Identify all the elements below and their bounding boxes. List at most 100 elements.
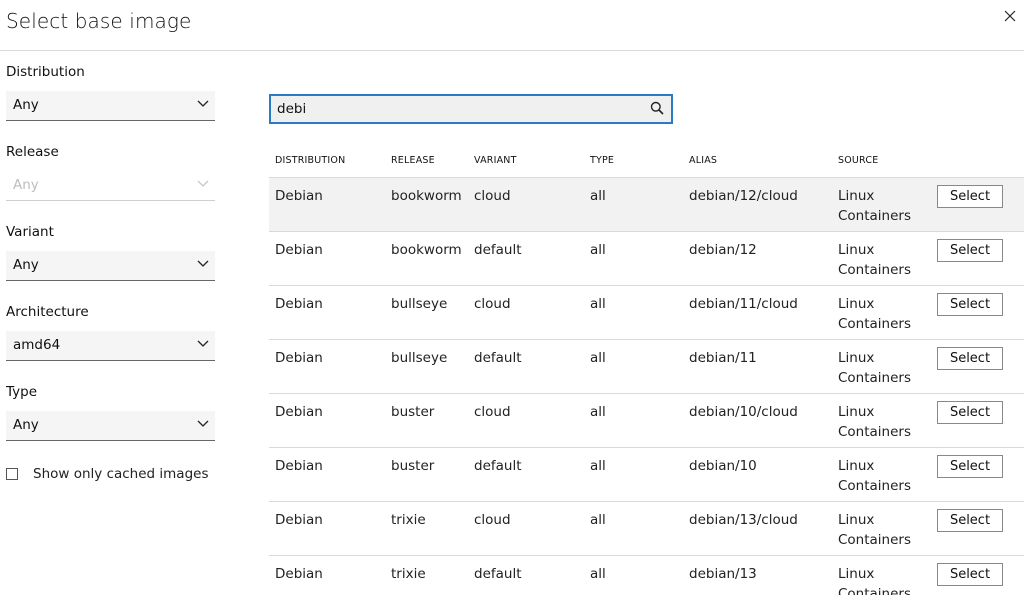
cell-variant: default bbox=[474, 242, 522, 258]
table-header: DISTRIBUTION RELEASE VARIANT TYPE ALIAS … bbox=[269, 150, 1024, 178]
chevron-down-icon bbox=[197, 260, 209, 270]
chevron-down-icon bbox=[197, 420, 209, 430]
distribution-label: Distribution bbox=[6, 64, 85, 80]
variant-label: Variant bbox=[6, 224, 54, 240]
table-row: Debian buster default all debian/10 Linux Con… bbox=[269, 448, 1024, 502]
cell-type: all bbox=[590, 350, 606, 366]
table-row: Debian trixie cloud all debian/13/cloud Linux… bbox=[269, 502, 1024, 556]
header-release[interactable]: RELEASE bbox=[391, 155, 435, 166]
release-label: Release bbox=[6, 144, 59, 160]
cached-images-label[interactable]: Show only cached images bbox=[33, 466, 209, 482]
cell-distribution: Debian bbox=[275, 242, 323, 258]
table-body: Debian bookworm cloud all debian/12/cloud Lin… bbox=[269, 178, 1024, 595]
select-button[interactable]: Select bbox=[937, 347, 1003, 370]
architecture-select-value: amd64 bbox=[13, 337, 61, 353]
close-icon bbox=[1004, 10, 1016, 22]
cell-variant: cloud bbox=[474, 404, 511, 420]
cell-alias: debian/13/cloud bbox=[689, 512, 798, 528]
release-select-value: Any bbox=[13, 177, 39, 193]
cached-images-option: Show only cached images bbox=[6, 465, 209, 483]
cell-source: Linux Containers bbox=[838, 404, 912, 440]
images-table: DISTRIBUTION RELEASE VARIANT TYPE ALIAS … bbox=[269, 150, 1024, 595]
cell-alias: debian/11/cloud bbox=[689, 296, 798, 312]
chevron-down-icon bbox=[197, 100, 209, 110]
cell-distribution: Debian bbox=[275, 188, 323, 204]
header-variant[interactable]: VARIANT bbox=[474, 155, 517, 166]
chevron-down-icon bbox=[197, 180, 209, 190]
release-select: Any bbox=[6, 171, 215, 201]
cell-variant: default bbox=[474, 350, 522, 366]
cell-type: all bbox=[590, 242, 606, 258]
type-select[interactable]: Any bbox=[6, 411, 215, 441]
cell-source: Linux Containers bbox=[838, 188, 912, 224]
cell-release: buster bbox=[391, 404, 435, 420]
cell-distribution: Debian bbox=[275, 566, 323, 582]
table-row: Debian buster cloud all debian/10/cloud Linux… bbox=[269, 394, 1024, 448]
select-button[interactable]: Select bbox=[937, 509, 1003, 532]
cell-type: all bbox=[590, 566, 606, 582]
select-button[interactable]: Select bbox=[937, 293, 1003, 316]
search-box bbox=[269, 94, 673, 124]
cell-release: trixie bbox=[391, 512, 426, 528]
cell-alias: debian/12 bbox=[689, 242, 757, 258]
cell-distribution: Debian bbox=[275, 512, 323, 528]
cell-type: all bbox=[590, 404, 606, 420]
cell-distribution: Debian bbox=[275, 404, 323, 420]
table-row: Debian bookworm cloud all debian/12/cloud Lin… bbox=[269, 178, 1024, 232]
type-select-value: Any bbox=[13, 417, 39, 433]
type-label: Type bbox=[6, 384, 38, 400]
select-button[interactable]: Select bbox=[937, 239, 1003, 262]
table-row: Debian bookworm default all debian/12 Linux C… bbox=[269, 232, 1024, 286]
header-distribution[interactable]: DISTRIBUTION bbox=[275, 155, 345, 166]
header-type[interactable]: TYPE bbox=[590, 155, 614, 166]
cell-release: bookworm bbox=[391, 188, 462, 204]
cell-release: buster bbox=[391, 458, 435, 474]
architecture-select[interactable]: amd64 bbox=[6, 331, 215, 361]
select-button[interactable]: Select bbox=[937, 401, 1003, 424]
cell-source: Linux Containers bbox=[838, 350, 912, 386]
chevron-down-icon bbox=[197, 340, 209, 350]
cell-variant: default bbox=[474, 458, 522, 474]
search-icon bbox=[650, 101, 664, 115]
cell-release: trixie bbox=[391, 566, 426, 582]
cell-variant: default bbox=[474, 566, 522, 582]
table-row: Debian bullseye cloud all debian/11/cloud Lin… bbox=[269, 286, 1024, 340]
cell-variant: cloud bbox=[474, 188, 511, 204]
cell-alias: debian/10/cloud bbox=[689, 404, 798, 420]
header-source[interactable]: SOURCE bbox=[838, 155, 878, 166]
search-input[interactable] bbox=[277, 100, 637, 118]
header-alias[interactable]: ALIAS bbox=[689, 155, 717, 166]
cell-alias: debian/13 bbox=[689, 566, 757, 582]
select-button[interactable]: Select bbox=[937, 563, 1003, 586]
cell-source: Linux Containers bbox=[838, 296, 912, 332]
architecture-label: Architecture bbox=[6, 304, 89, 320]
cell-type: all bbox=[590, 512, 606, 528]
cell-variant: cloud bbox=[474, 296, 511, 312]
variant-select[interactable]: Any bbox=[6, 251, 215, 281]
cell-alias: debian/10 bbox=[689, 458, 757, 474]
distribution-select-value: Any bbox=[13, 97, 39, 113]
cell-variant: cloud bbox=[474, 512, 511, 528]
distribution-select[interactable]: Any bbox=[6, 91, 215, 121]
cell-source: Linux Containers bbox=[838, 566, 912, 595]
cell-distribution: Debian bbox=[275, 350, 323, 366]
cell-release: bookworm bbox=[391, 242, 462, 258]
cell-type: all bbox=[590, 296, 606, 312]
select-button[interactable]: Select bbox=[937, 455, 1003, 478]
cell-source: Linux Containers bbox=[838, 512, 912, 548]
cell-distribution: Debian bbox=[275, 296, 323, 312]
cell-source: Linux Containers bbox=[838, 458, 912, 494]
cell-type: all bbox=[590, 458, 606, 474]
select-button[interactable]: Select bbox=[937, 185, 1003, 208]
cell-type: all bbox=[590, 188, 606, 204]
table-row: Debian bullseye default all debian/11 Linux C… bbox=[269, 340, 1024, 394]
cached-images-checkbox[interactable] bbox=[6, 468, 18, 480]
cell-distribution: Debian bbox=[275, 458, 323, 474]
cell-alias: debian/11 bbox=[689, 350, 757, 366]
search-button[interactable] bbox=[650, 100, 666, 116]
cell-source: Linux Containers bbox=[838, 242, 912, 278]
table-row: Debian trixie default all debian/13 Linux Con… bbox=[269, 556, 1024, 595]
close-button[interactable] bbox=[1002, 8, 1018, 24]
cell-release: bullseye bbox=[391, 296, 448, 312]
variant-select-value: Any bbox=[13, 257, 39, 273]
